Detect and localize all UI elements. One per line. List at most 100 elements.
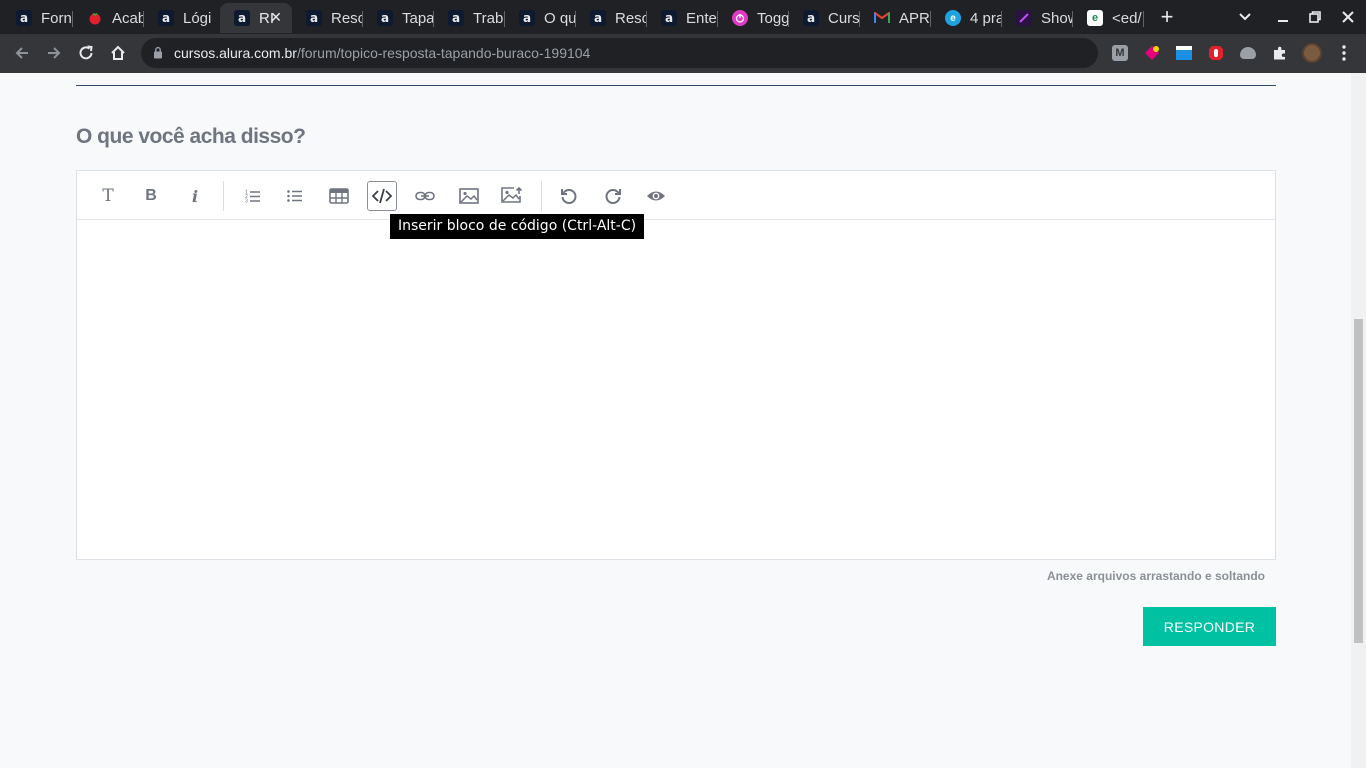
- tab-title: <ed/: [1112, 9, 1142, 27]
- alura-icon: a: [803, 10, 819, 26]
- preview-icon[interactable]: [641, 181, 671, 211]
- toolbar-divider: [223, 181, 224, 211]
- undo-icon[interactable]: [554, 181, 584, 211]
- close-tab-icon[interactable]: ✕: [268, 9, 284, 25]
- alura-icon: a: [377, 10, 393, 26]
- close-window-icon[interactable]: [1331, 0, 1365, 34]
- alura-icon: a: [234, 10, 250, 26]
- tab-title: O qu: [544, 9, 576, 27]
- back-icon[interactable]: [8, 39, 36, 67]
- tab-title: Reso: [615, 9, 647, 27]
- browser-tab[interactable]: a Reso: [292, 3, 363, 33]
- tab-title: Curs: [828, 9, 860, 27]
- editor-toolbar: T B i 123: [77, 171, 1275, 220]
- browser-tab[interactable]: a Curs: [789, 3, 860, 33]
- image-icon[interactable]: [454, 181, 484, 211]
- forward-icon[interactable]: [40, 39, 68, 67]
- extension-grey-icon[interactable]: M: [1106, 39, 1134, 67]
- tab-title: Forn: [41, 9, 72, 27]
- alura-icon: a: [16, 10, 32, 26]
- browser-tab[interactable]: e 4 pra: [931, 3, 1002, 33]
- browser-tab[interactable]: a Forn: [2, 3, 73, 33]
- lock-icon: [153, 46, 163, 64]
- extension-red-hand-icon[interactable]: [1202, 39, 1230, 67]
- italic-icon[interactable]: i: [180, 181, 210, 211]
- heading-glyph: T: [102, 186, 114, 206]
- heading-icon[interactable]: T: [93, 181, 123, 211]
- browser-tab-active[interactable]: a RI ✕: [220, 3, 292, 33]
- toggl-icon: [732, 10, 748, 26]
- url-path: /forum/topico-resposta-tapando-buraco-19…: [296, 45, 591, 61]
- browser-tab[interactable]: a Reso: [576, 3, 647, 33]
- unordered-list-icon[interactable]: [280, 181, 310, 211]
- extensions-puzzle-icon[interactable]: [1266, 39, 1294, 67]
- alura-icon: a: [590, 10, 606, 26]
- profile-avatar[interactable]: [1298, 39, 1326, 67]
- scrollbar-thumb[interactable]: [1354, 319, 1363, 643]
- browser-tab[interactable]: APR: [860, 3, 931, 33]
- browser-tab[interactable]: a O qu: [505, 3, 576, 33]
- address-bar[interactable]: cursos.alura.com.br/forum/topico-respost…: [141, 38, 1098, 68]
- gmail-icon: [874, 10, 890, 26]
- tab-title: 4 pra: [970, 9, 1002, 27]
- forum-page: O que você acha disso? T B i 123 Inserir…: [0, 73, 1351, 768]
- browser-tab[interactable]: Togg: [718, 3, 789, 33]
- browser-tab[interactable]: a Tapa: [363, 3, 434, 33]
- tab-title: Reso: [331, 9, 363, 27]
- code-block-tooltip: Inserir bloco de código (Ctrl-Alt-C): [390, 214, 645, 239]
- browser-tab[interactable]: a Ente: [647, 3, 718, 33]
- attach-hint: Anexe arquivos arrastando e soltando: [1046, 569, 1265, 583]
- code-block-icon[interactable]: [367, 181, 397, 211]
- tab-title: Ente: [686, 9, 717, 27]
- tab-title: Show: [1041, 9, 1073, 27]
- reload-icon[interactable]: [72, 39, 100, 67]
- url-text: cursos.alura.com.br/forum/topico-respost…: [174, 45, 590, 61]
- respond-button[interactable]: RESPONDER: [1143, 607, 1276, 646]
- redo-icon[interactable]: [598, 181, 628, 211]
- alura-icon: a: [306, 10, 322, 26]
- ordered-list-icon[interactable]: 123: [238, 181, 268, 211]
- tomato-icon: [87, 10, 103, 26]
- home-icon[interactable]: [104, 39, 132, 67]
- browser-tab[interactable]: Acab: [73, 3, 144, 33]
- alura-icon: a: [661, 10, 677, 26]
- purple-icon: [1016, 10, 1032, 26]
- tab-title: Acab: [112, 9, 144, 27]
- tab-title: Togg: [757, 9, 789, 27]
- italic-glyph: i: [191, 186, 199, 206]
- bold-glyph: B: [145, 187, 157, 204]
- ed-icon: e: [1087, 10, 1103, 26]
- editor-text-area[interactable]: [77, 221, 1275, 559]
- alura-icon: a: [448, 10, 464, 26]
- tab-title: Tapa: [402, 9, 434, 27]
- new-tab-icon[interactable]: +: [1150, 0, 1184, 34]
- extension-grey-wave-icon[interactable]: [1234, 39, 1262, 67]
- table-icon[interactable]: [324, 181, 354, 211]
- toolbar-divider: [541, 181, 542, 211]
- extension-blue-icon[interactable]: [1170, 39, 1198, 67]
- browser-tab[interactable]: Show: [1002, 3, 1073, 33]
- link-icon[interactable]: [410, 181, 440, 211]
- browser-tab[interactable]: e <ed/: [1073, 3, 1144, 33]
- markdown-editor: T B i 123: [76, 170, 1276, 560]
- tab-title: Lógi: [183, 9, 212, 27]
- tab-search-icon[interactable]: [1228, 0, 1262, 34]
- browser-tab[interactable]: a Trab: [434, 3, 505, 33]
- url-host: cursos.alura.com.br: [174, 45, 297, 61]
- bold-icon[interactable]: B: [136, 181, 166, 211]
- tab-title: APR: [899, 9, 930, 27]
- page-scrollbar[interactable]: [1351, 73, 1366, 768]
- reply-heading: O que você acha disso?: [76, 125, 306, 148]
- minimize-icon[interactable]: [1266, 0, 1300, 34]
- restore-icon[interactable]: [1298, 0, 1332, 34]
- tab-title: Trab: [473, 9, 504, 27]
- upload-image-icon[interactable]: [497, 181, 527, 211]
- menu-dots-icon[interactable]: [1330, 39, 1358, 67]
- section-divider: [76, 85, 1276, 86]
- tab-divider: [1143, 11, 1144, 27]
- extension-pink-icon[interactable]: [1138, 39, 1166, 67]
- browser-tab-strip: a Forn Acab a Lógi a RI ✕ a Reso a Tapa …: [0, 0, 1366, 34]
- alura-icon: a: [158, 10, 174, 26]
- browser-tab[interactable]: a Lógi: [144, 3, 220, 33]
- svg-text:3: 3: [245, 199, 248, 204]
